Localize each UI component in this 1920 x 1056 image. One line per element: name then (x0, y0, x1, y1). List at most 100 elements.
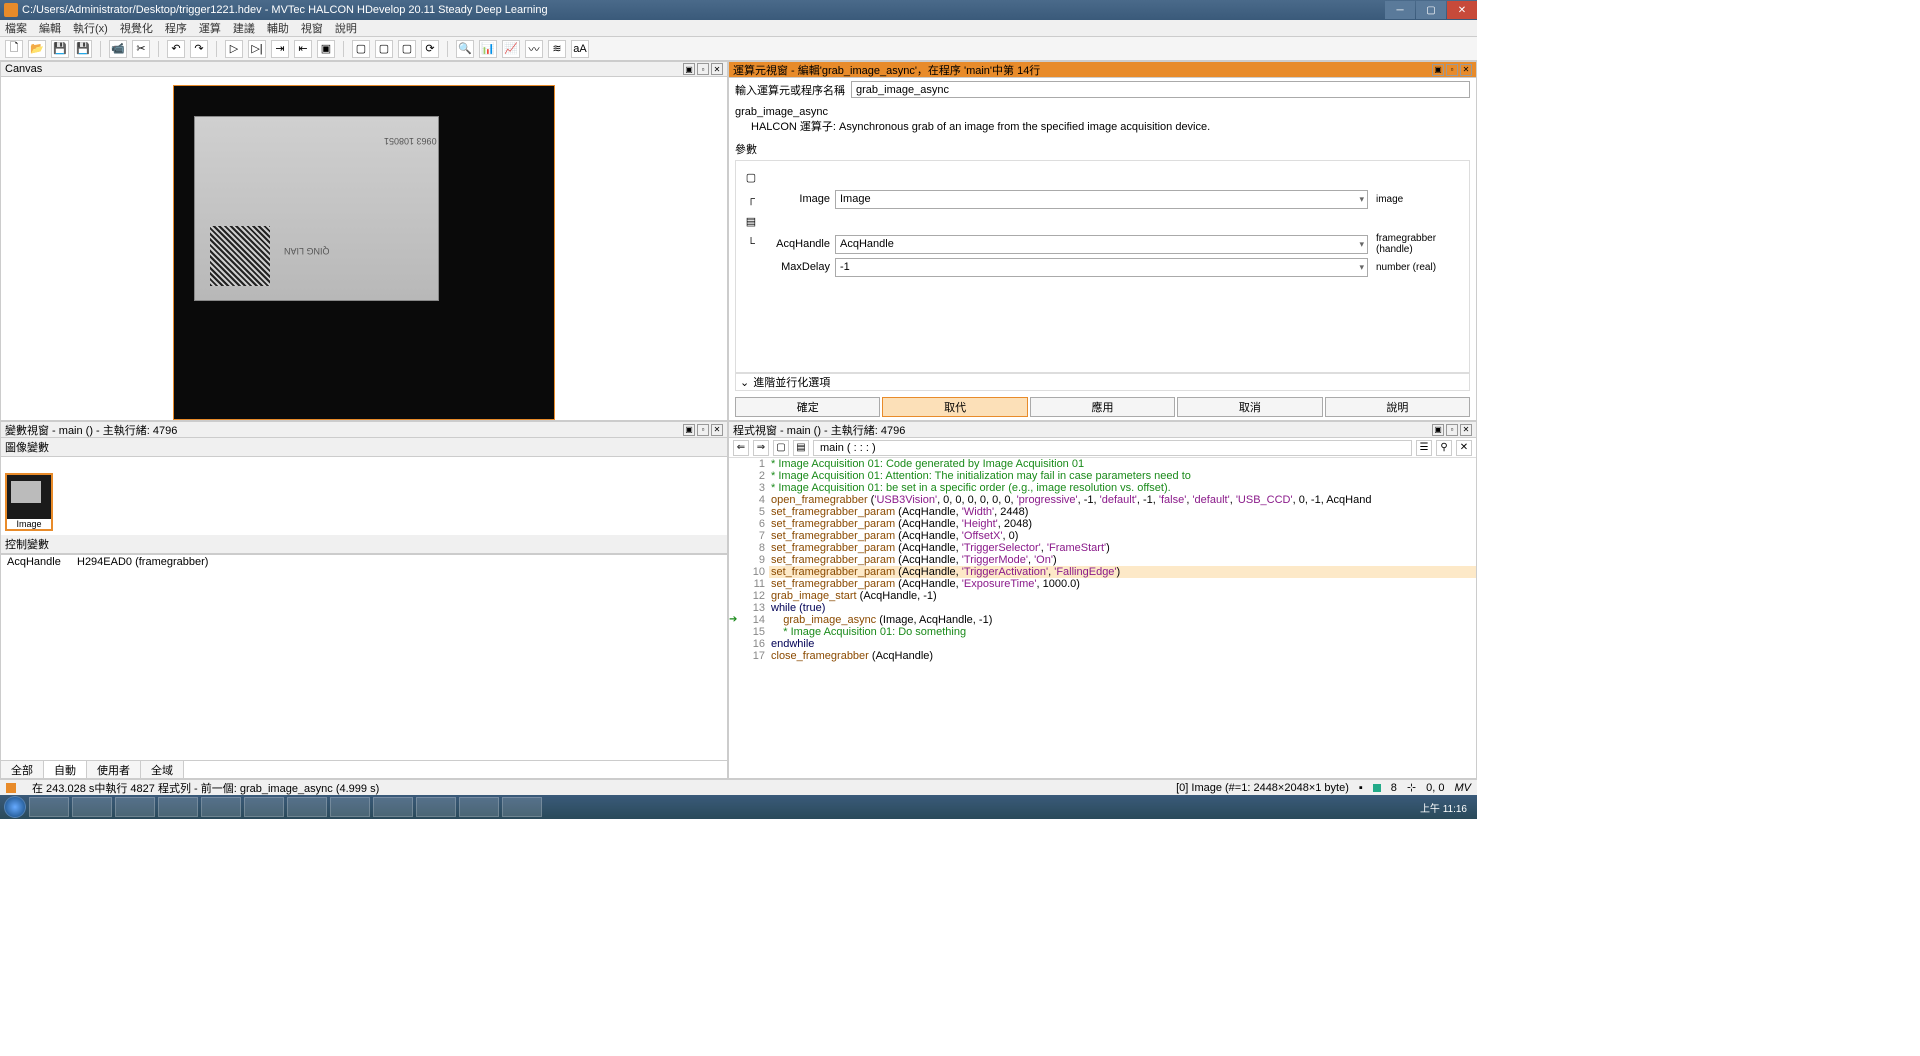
task-item[interactable] (416, 797, 456, 817)
tb-record[interactable]: 📹 (109, 40, 127, 58)
code-editor[interactable]: ➔ 1234567891011121314151617 * Image Acqu… (729, 458, 1476, 778)
param-value-image[interactable]: Image (835, 190, 1368, 209)
status-icon (6, 783, 16, 793)
tb-chart3[interactable]: 〰 (525, 40, 543, 58)
tb-run[interactable]: ▷ (225, 40, 243, 58)
menu-visual[interactable]: 視覺化 (120, 20, 153, 36)
tb-stepinto[interactable]: ⇥ (271, 40, 289, 58)
tb-redo[interactable]: ↷ (190, 40, 208, 58)
task-item[interactable] (330, 797, 370, 817)
param-value-acq[interactable]: AcqHandle (835, 235, 1368, 254)
ok-button[interactable]: 確定 (735, 397, 880, 417)
tab-user[interactable]: 使用者 (87, 761, 141, 778)
task-item[interactable] (115, 797, 155, 817)
task-item[interactable] (72, 797, 112, 817)
tb-saveall[interactable]: 💾 (74, 40, 92, 58)
var-thumb-image[interactable]: Image (5, 473, 53, 531)
advanced-toggle[interactable]: ⌄ 進階並行化選項 (735, 373, 1470, 391)
app-icon (4, 3, 18, 17)
op-name-input[interactable] (851, 81, 1470, 98)
proc-crumb[interactable]: main ( : : : ) (813, 440, 1412, 456)
flow-icon: ┌ (742, 193, 760, 205)
menu-op[interactable]: 運算 (199, 20, 221, 36)
tab-auto[interactable]: 自動 (44, 761, 87, 778)
task-item[interactable] (373, 797, 413, 817)
tb-save[interactable]: 💾 (51, 40, 69, 58)
menu-window[interactable]: 視窗 (301, 20, 323, 36)
title-text: C:/Users/Administrator/Desktop/trigger12… (22, 4, 548, 16)
panel-btn[interactable]: ✕ (1460, 424, 1472, 436)
taskbar: 上午 11:16 (0, 795, 1477, 819)
tb-zoom[interactable]: 🔍 (456, 40, 474, 58)
nav-proc[interactable]: ▤ (793, 440, 809, 456)
tb-chart1[interactable]: 📊 (479, 40, 497, 58)
tb-new[interactable]: 🗋 (5, 40, 23, 58)
tb-stop[interactable]: ▣ (317, 40, 335, 58)
task-item[interactable] (459, 797, 499, 817)
task-item[interactable] (29, 797, 69, 817)
panel-btn[interactable]: ▫ (1446, 424, 1458, 436)
panel-btn[interactable]: ▣ (683, 63, 695, 75)
close-button[interactable]: ✕ (1447, 1, 1477, 19)
op-name: grab_image_async (735, 106, 1470, 118)
panel-btn[interactable]: ✕ (711, 63, 723, 75)
image-out-icon: ▢ (742, 171, 760, 184)
tb-w4[interactable]: ⟳ (421, 40, 439, 58)
tb-open[interactable]: 📂 (28, 40, 46, 58)
menu-file[interactable]: 檔案 (5, 20, 27, 36)
tb-undo[interactable]: ↶ (167, 40, 185, 58)
task-item[interactable] (158, 797, 198, 817)
tb-chart4[interactable]: ≋ (548, 40, 566, 58)
clock[interactable]: 上午 11:16 (1420, 800, 1473, 815)
canvas-image[interactable]: 0963 108051 QING LIAN (173, 85, 555, 420)
cancel-button[interactable]: 取消 (1177, 397, 1322, 417)
tb-text[interactable]: aA (571, 40, 589, 58)
tb-w2[interactable]: ▢ (375, 40, 393, 58)
panel-btn[interactable]: ▫ (1446, 64, 1458, 76)
panel-btn[interactable]: ▫ (697, 424, 709, 436)
start-button[interactable] (4, 796, 26, 818)
menu-edit[interactable]: 編輯 (39, 20, 61, 36)
var-row[interactable]: AcqHandle H294EAD0 (framegrabber) (1, 555, 727, 569)
panel-btn[interactable]: ✕ (711, 424, 723, 436)
panel-btn[interactable]: ▣ (683, 424, 695, 436)
tb-cut[interactable]: ✂ (132, 40, 150, 58)
code-title: 程式視窗 - main () - 主執行緒: 4796 (733, 422, 905, 438)
task-item[interactable] (287, 797, 327, 817)
panel-btn[interactable]: ✕ (1460, 64, 1472, 76)
task-item[interactable] (244, 797, 284, 817)
tab-all[interactable]: 全部 (1, 761, 44, 778)
nav-up[interactable]: ▢ (773, 440, 789, 456)
replace-button[interactable]: 取代 (882, 397, 1027, 417)
task-item[interactable] (502, 797, 542, 817)
code-opt2[interactable]: ⚲ (1436, 440, 1452, 456)
menu-assist[interactable]: 輔助 (267, 20, 289, 36)
tb-w1[interactable]: ▢ (352, 40, 370, 58)
task-item[interactable] (201, 797, 241, 817)
max-button[interactable]: ▢ (1416, 1, 1446, 19)
tb-stepout[interactable]: ⇤ (294, 40, 312, 58)
code-opt3[interactable]: ✕ (1456, 440, 1472, 456)
code-opt1[interactable]: ☰ (1416, 440, 1432, 456)
op-title: 運算元視窗 - 編輯'grab_image_async'，在程序 'main'中… (733, 62, 1040, 78)
menu-run[interactable]: 執行(x) (73, 20, 108, 36)
min-button[interactable]: ─ (1385, 1, 1415, 19)
tb-chart2[interactable]: 📈 (502, 40, 520, 58)
tab-global[interactable]: 全域 (141, 761, 184, 778)
panel-btn[interactable]: ▫ (697, 63, 709, 75)
status-flag1: ▪ (1359, 782, 1363, 794)
tb-w3[interactable]: ▢ (398, 40, 416, 58)
tb-step[interactable]: ▷| (248, 40, 266, 58)
nav-back[interactable]: ⇐ (733, 440, 749, 456)
apply-button[interactable]: 應用 (1030, 397, 1175, 417)
menu-help[interactable]: 說明 (335, 20, 357, 36)
menu-suggest[interactable]: 建議 (233, 20, 255, 36)
panel-btn[interactable]: ▣ (1432, 424, 1444, 436)
panel-btn[interactable]: ▣ (1432, 64, 1444, 76)
op-input-label: 輸入運算元或程序名稱 (735, 82, 845, 98)
img-vars-header: 圖像變數 (1, 438, 727, 457)
param-value-delay[interactable]: -1 (835, 258, 1368, 277)
menu-proc[interactable]: 程序 (165, 20, 187, 36)
help-button[interactable]: 說明 (1325, 397, 1470, 417)
nav-fwd[interactable]: ⇒ (753, 440, 769, 456)
